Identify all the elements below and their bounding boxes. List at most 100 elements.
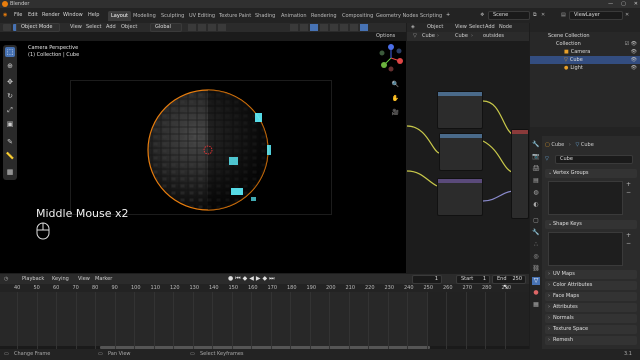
end-frame-field[interactable]: End 250 xyxy=(492,275,526,284)
shape-key-add-remove[interactable]: + − xyxy=(626,232,631,248)
node-canvas[interactable] xyxy=(407,41,529,273)
node-menu-add[interactable]: Add xyxy=(485,23,495,32)
scale-tool-icon[interactable]: ⤢ xyxy=(5,105,15,115)
transform-orientation-selector[interactable]: Global xyxy=(150,23,182,32)
panel-face-maps[interactable]: Face Maps xyxy=(545,292,637,301)
node-menu-view[interactable]: View xyxy=(455,23,467,32)
outliner-cube[interactable]: ▽ Cube 👁 xyxy=(530,56,640,64)
tab-shading[interactable]: Shading xyxy=(252,11,278,21)
vertex-groups-list[interactable] xyxy=(548,181,623,215)
outliner-scene-collection[interactable]: Scene Collection xyxy=(530,32,640,40)
panel-attributes[interactable]: Attributes xyxy=(545,303,637,312)
tab-uv-editing[interactable]: UV Editing xyxy=(186,11,218,21)
material-output-node[interactable] xyxy=(511,129,529,219)
outliner-camera[interactable]: ■ Camera 👁 xyxy=(530,48,640,56)
panel-color-attributes[interactable]: Color Attributes xyxy=(545,281,637,290)
proportional-editing-icon[interactable] xyxy=(218,24,226,31)
navigation-gizmo[interactable] xyxy=(376,43,406,73)
view-layer-tab-icon[interactable]: ▤ xyxy=(532,177,540,185)
physics-tab-icon[interactable]: ◎ xyxy=(532,253,540,261)
menu-help[interactable]: Help xyxy=(88,8,99,23)
world-tab-icon[interactable]: ◐ xyxy=(532,201,540,209)
tab-compositing[interactable]: Compositing xyxy=(339,11,376,21)
node-menu-node[interactable]: Node xyxy=(499,23,512,32)
menu-file[interactable]: File xyxy=(14,8,22,23)
menu-render[interactable]: Render xyxy=(42,8,60,23)
record-icon[interactable]: ● xyxy=(228,275,233,283)
editor-type-icon[interactable] xyxy=(3,24,11,31)
scene-selector[interactable]: Scene xyxy=(488,11,530,20)
shading-wireframe-icon[interactable] xyxy=(330,24,338,31)
tool-tab-icon[interactable]: 🔧 xyxy=(532,141,540,149)
play-icon[interactable]: ▶ xyxy=(256,275,261,283)
node-editor-type-icon[interactable]: ◈ xyxy=(411,23,415,32)
outliner-light[interactable]: ● Light 👁 xyxy=(530,64,640,72)
new-scene-icon[interactable]: ⧉ xyxy=(533,8,537,23)
measure-tool-icon[interactable]: 📏 xyxy=(5,151,15,161)
shader-node[interactable] xyxy=(437,91,483,129)
overlay-toggle-icon[interactable] xyxy=(310,24,318,31)
node-menu-object[interactable]: Object xyxy=(427,23,443,32)
tab-modeling[interactable]: Modeling xyxy=(130,11,159,21)
tab-scripting[interactable]: Scripting xyxy=(417,11,445,21)
start-frame-field[interactable]: Start 1 xyxy=(456,275,490,284)
constraints-tab-icon[interactable]: ⛓ xyxy=(532,265,540,273)
snap-icon[interactable] xyxy=(198,24,206,31)
panel-remesh[interactable]: Remesh xyxy=(545,336,637,345)
pan-hand-icon[interactable]: ✋ xyxy=(391,94,400,103)
viewport-menu-object[interactable]: Object xyxy=(121,23,137,32)
maximize-button[interactable]: ▢ xyxy=(621,0,626,8)
close-button[interactable]: ✕ xyxy=(634,0,638,8)
texture-tab-icon[interactable]: ▦ xyxy=(532,301,540,309)
minimize-button[interactable]: — xyxy=(608,0,613,8)
panel-vertex-groups[interactable]: Vertex Groups xyxy=(545,169,637,178)
object-tab-icon[interactable]: ▢ xyxy=(532,217,540,225)
gizmo-toggle-icon[interactable] xyxy=(300,24,308,31)
render-tab-icon[interactable]: 📷 xyxy=(532,153,540,161)
tab-geometry-nodes[interactable]: Geometry Nodes xyxy=(373,11,421,21)
move-tool-icon[interactable]: ✥ xyxy=(5,77,15,87)
vertex-group-add-remove[interactable]: + − xyxy=(626,181,631,197)
mesh-name-field[interactable]: Cube xyxy=(555,155,633,164)
visibility-icon[interactable] xyxy=(290,24,298,31)
shading-solid-icon[interactable] xyxy=(340,24,348,31)
current-frame-field[interactable]: 1 xyxy=(412,275,442,284)
timeline-area[interactable] xyxy=(0,292,529,349)
add-cube-tool-icon[interactable]: ▦ xyxy=(5,167,15,177)
tab-rendering[interactable]: Rendering xyxy=(308,11,340,21)
shape-keys-list[interactable] xyxy=(548,232,623,266)
breadcrumb-material[interactable]: outsides xyxy=(483,32,504,41)
data-tab-icon[interactable]: ▽ xyxy=(532,277,540,285)
play-reverse-icon[interactable]: ◀ xyxy=(249,275,254,283)
jump-start-icon[interactable]: ⏮ xyxy=(235,275,240,283)
annotate-tool-icon[interactable]: ✎ xyxy=(5,137,15,147)
select-tool-icon[interactable]: ⬚ xyxy=(5,47,15,57)
mode-selector[interactable]: Object Mode xyxy=(16,23,60,32)
timeline-editor-icon[interactable]: ◷ xyxy=(4,274,8,284)
shader-node[interactable] xyxy=(437,178,483,216)
snap-target-icon[interactable] xyxy=(208,24,216,31)
viewport-menu-view[interactable]: View xyxy=(70,23,82,32)
timeline-menu-view[interactable]: View xyxy=(78,274,90,284)
breadcrumb-mesh[interactable]: Cube xyxy=(455,32,468,41)
timeline-ruler[interactable]: 40 50 60 70 80 90 100 110 120 130 140 150 160 170 180 1… xyxy=(0,284,529,292)
outliner-collection[interactable]: Collection ☑ 👁 xyxy=(530,40,640,48)
timeline-menu-keying[interactable]: Keying xyxy=(52,274,69,284)
jump-end-icon[interactable]: ⏭ xyxy=(269,275,274,283)
modifier-tab-icon[interactable]: 🔧 xyxy=(532,229,540,237)
tab-animation[interactable]: Animation xyxy=(278,11,310,21)
view-layer-selector[interactable]: ViewLayer xyxy=(569,11,623,20)
xray-icon[interactable] xyxy=(320,24,328,31)
node-menu-select[interactable]: Select xyxy=(469,23,484,32)
viewport-options-button[interactable]: Options xyxy=(376,32,395,41)
shading-material-icon[interactable] xyxy=(350,24,358,31)
breadcrumb-object[interactable]: Cube xyxy=(422,32,435,41)
panel-texture-space[interactable]: Texture Space xyxy=(545,325,637,334)
add-workspace-button[interactable]: + xyxy=(446,8,450,23)
pivot-icon[interactable] xyxy=(188,24,196,31)
viewport-menu-add[interactable]: Add xyxy=(106,23,116,32)
delete-view-layer-icon[interactable]: ✕ xyxy=(625,8,629,23)
camera-view-icon[interactable]: 🎥 xyxy=(391,108,400,117)
panel-normals[interactable]: Normals xyxy=(545,314,637,323)
scene-tab-icon[interactable]: ◍ xyxy=(532,189,540,197)
